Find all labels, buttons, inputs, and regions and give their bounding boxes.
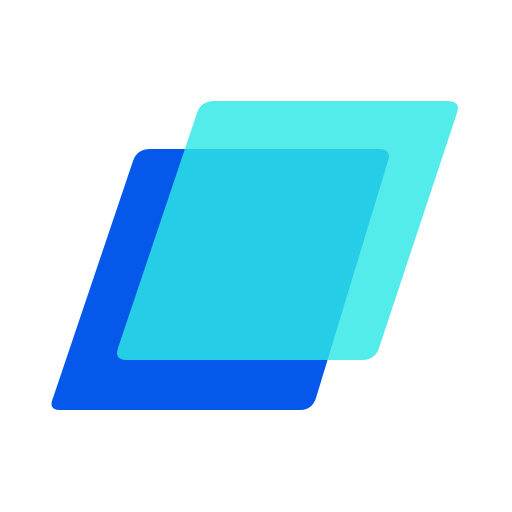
stacked-parallelograms-logo-icon [0, 0, 512, 512]
app-icon-canvas [0, 0, 512, 512]
